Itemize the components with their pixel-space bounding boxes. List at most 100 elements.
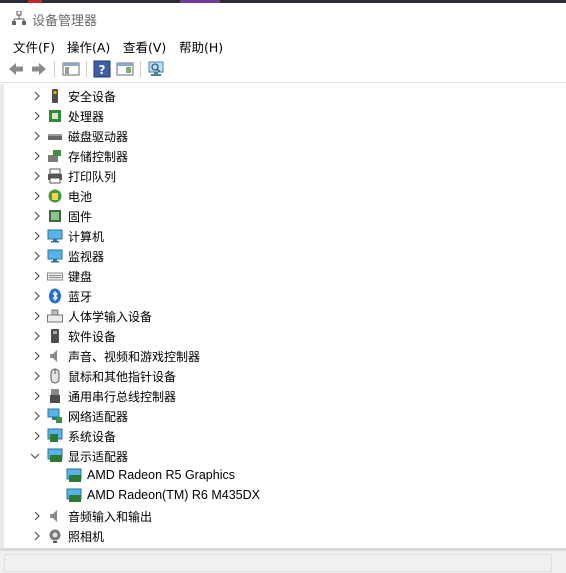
toolbar: ? — [0, 56, 566, 83]
tree-node[interactable]: 鼠标和其他指针设备 — [4, 366, 544, 386]
tree-node[interactable]: 软件设备 — [4, 326, 544, 346]
gpu-icon — [66, 468, 82, 482]
chevron-right-icon[interactable] — [30, 129, 44, 143]
tree-node[interactable]: 固件 — [4, 206, 544, 226]
tree-node[interactable]: 网络适配器 — [4, 406, 544, 426]
tree-node[interactable]: 显示适配器 — [4, 446, 544, 466]
tree-node[interactable]: 计算机 — [4, 226, 544, 246]
tree-node-label: 音频输入和输出 — [68, 510, 153, 524]
processor-icon — [49, 110, 61, 122]
tree-node-label: 电池 — [68, 190, 93, 204]
tree-node-label: 声音、视频和游戏控制器 — [68, 350, 201, 364]
software-device-icon — [51, 329, 59, 343]
tree-node-label: 鼠标和其他指针设备 — [68, 370, 177, 384]
tree-node-label: 监视器 — [68, 250, 105, 264]
tree-node[interactable]: 人体学输入设备 — [4, 306, 544, 326]
audio-io-icon — [50, 510, 57, 522]
tree-node[interactable]: 系统设备 — [4, 426, 544, 446]
tree-node-label: 网络适配器 — [68, 410, 129, 424]
chevron-right-icon[interactable] — [30, 529, 44, 543]
tree-node[interactable]: 打印队列 — [4, 166, 544, 186]
toolbar-separator — [54, 61, 55, 77]
tree-node[interactable]: 照相机 — [4, 526, 544, 546]
chevron-right-icon[interactable] — [30, 89, 44, 103]
chevron-right-icon[interactable] — [30, 289, 44, 303]
disk-drive-icon — [48, 134, 62, 140]
chevron-right-icon[interactable] — [30, 149, 44, 163]
tree-node[interactable]: 键盘 — [4, 266, 544, 286]
chevron-right-icon[interactable] — [30, 189, 44, 203]
camera-icon — [49, 529, 61, 543]
tree-node[interactable]: 监视器 — [4, 246, 544, 266]
tree-node-label: 人体学输入设备 — [68, 310, 153, 324]
speaker-icon — [50, 350, 57, 362]
chevron-down-icon[interactable] — [28, 449, 42, 463]
show-hide-console-tree-icon[interactable] — [61, 59, 81, 79]
storage-controller-icon — [48, 150, 61, 162]
menu-file[interactable]: 文件(F) — [13, 37, 55, 56]
chevron-right-icon[interactable] — [30, 169, 44, 183]
tree-child-node[interactable]: AMD Radeon(TM) R6 M435DX — [4, 486, 544, 506]
security-device-icon — [52, 89, 58, 103]
tree-node-label: 照相机 — [68, 530, 105, 544]
tree-node[interactable]: 磁盘驱动器 — [4, 126, 544, 146]
monitor-icon — [47, 249, 63, 263]
chevron-right-icon[interactable] — [30, 329, 44, 343]
help-icon[interactable]: ? — [92, 59, 112, 79]
tree-node-label: 键盘 — [68, 270, 93, 284]
chevron-right-icon[interactable] — [30, 209, 44, 223]
svg-text:?: ? — [99, 63, 106, 77]
back-icon[interactable] — [6, 59, 26, 79]
tree-node-label: 计算机 — [68, 230, 105, 244]
tree-node-label: 固件 — [68, 210, 93, 224]
menu-help[interactable]: 帮助(H) — [179, 37, 223, 56]
tree-node[interactable]: 通用串行总线控制器 — [4, 386, 544, 406]
tree-node[interactable]: 蓝牙 — [4, 286, 544, 306]
forward-icon[interactable] — [29, 59, 49, 79]
tree-node-label: 磁盘驱动器 — [68, 130, 129, 144]
tree-node[interactable]: 电池 — [4, 186, 544, 206]
chevron-right-icon[interactable] — [30, 509, 44, 523]
title-bar: 设备管理器 — [0, 3, 566, 33]
gpu-icon — [66, 488, 82, 502]
tree-node[interactable]: 音频输入和输出 — [4, 506, 544, 526]
chevron-right-icon[interactable] — [30, 309, 44, 323]
tree-node-label: 安全设备 — [68, 90, 117, 104]
tree-node-label: 处理器 — [68, 110, 105, 124]
tree-node-label: 显示适配器 — [68, 450, 129, 464]
tree-node-label: 打印队列 — [68, 170, 117, 184]
battery-icon — [48, 189, 62, 203]
chevron-right-icon[interactable] — [30, 349, 44, 363]
chevron-right-icon[interactable] — [30, 109, 44, 123]
status-pane — [4, 554, 552, 572]
tree-node[interactable]: 存储控制器 — [4, 146, 544, 166]
chevron-right-icon[interactable] — [30, 229, 44, 243]
menu-view[interactable]: 查看(V) — [123, 37, 166, 56]
tree-node[interactable]: 声音、视频和游戏控制器 — [4, 346, 544, 366]
tree-node[interactable]: 安全设备 — [4, 86, 544, 106]
tree-node[interactable]: 处理器 — [4, 106, 544, 126]
usb-icon — [50, 389, 60, 403]
chevron-right-icon[interactable] — [30, 369, 44, 383]
chevron-right-icon[interactable] — [30, 429, 44, 443]
computer-icon — [47, 229, 63, 243]
chevron-right-icon[interactable] — [30, 269, 44, 283]
chevron-right-icon[interactable] — [30, 249, 44, 263]
tree-node-label: 通用串行总线控制器 — [68, 390, 177, 404]
properties-icon[interactable] — [115, 59, 135, 79]
chevron-right-icon[interactable] — [30, 409, 44, 423]
chevron-right-icon[interactable] — [30, 389, 44, 403]
tree-child-node[interactable]: AMD Radeon R5 Graphics — [4, 466, 544, 486]
printer-icon — [48, 168, 62, 184]
toolbar-separator — [140, 61, 141, 77]
tree-node-label: 蓝牙 — [68, 290, 93, 304]
bluetooth-icon — [49, 288, 61, 304]
menu-bar: 文件(F) 操作(A) 查看(V) 帮助(H) — [0, 34, 566, 56]
menu-action[interactable]: 操作(A) — [67, 37, 110, 56]
firmware-icon — [49, 210, 61, 222]
scan-hardware-icon[interactable] — [146, 59, 166, 79]
tree-node-label: 软件设备 — [68, 330, 117, 344]
tree-child-label: AMD Radeon(TM) R6 M435DX — [87, 488, 260, 502]
status-bar — [0, 550, 566, 573]
display-adapter-icon — [47, 448, 63, 462]
